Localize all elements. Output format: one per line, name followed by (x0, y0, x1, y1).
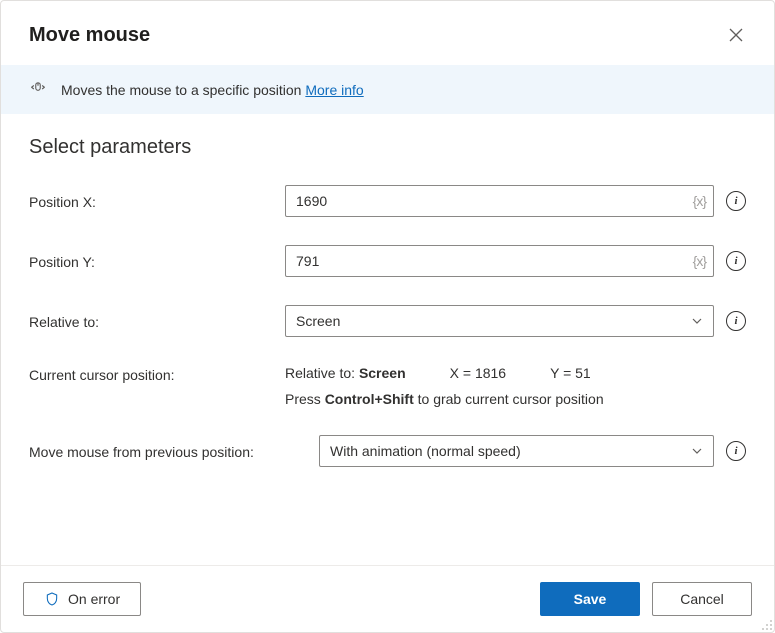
on-error-button[interactable]: On error (23, 582, 141, 616)
cursor-hint: Press Control+Shift to grab current curs… (285, 391, 746, 407)
relative-to-value: Screen (296, 313, 340, 329)
info-icon[interactable]: i (726, 251, 746, 271)
description-text: Moves the mouse to a specific position (61, 82, 301, 98)
save-button[interactable]: Save (540, 582, 640, 616)
close-button[interactable] (720, 19, 752, 51)
chevron-down-icon (691, 315, 703, 327)
move-mode-label: Move mouse from previous position: (29, 442, 319, 460)
position-y-input[interactable] (285, 245, 714, 277)
section-title: Select parameters (29, 136, 746, 159)
close-icon (729, 28, 743, 42)
more-info-link[interactable]: More info (305, 82, 363, 98)
chevron-down-icon (691, 445, 703, 457)
variable-picker-icon[interactable]: {x} (693, 253, 706, 269)
cursor-relative-label: Relative to: (285, 365, 355, 381)
move-mode-value: With animation (normal speed) (330, 443, 521, 459)
info-icon[interactable]: i (726, 191, 746, 211)
cursor-position-label: Current cursor position: (29, 365, 285, 383)
position-x-input[interactable] (285, 185, 714, 217)
relative-to-select[interactable]: Screen (285, 305, 714, 337)
description-bar: Moves the mouse to a specific position M… (1, 65, 774, 114)
cursor-x-value: 1816 (475, 365, 506, 381)
cancel-button[interactable]: Cancel (652, 582, 752, 616)
dialog-title: Move mouse (29, 24, 150, 47)
cursor-y-value: 51 (575, 365, 591, 381)
move-mode-select[interactable]: With animation (normal speed) (319, 435, 714, 467)
variable-picker-icon[interactable]: {x} (693, 193, 706, 209)
info-icon[interactable]: i (726, 311, 746, 331)
relative-to-label: Relative to: (29, 312, 285, 330)
cursor-y-label: Y = (550, 365, 571, 381)
cursor-relative-value: Screen (359, 365, 406, 381)
mouse-move-icon (29, 79, 47, 100)
shield-icon (44, 591, 60, 607)
position-y-label: Position Y: (29, 252, 285, 270)
position-x-label: Position X: (29, 192, 285, 210)
cursor-x-label: X = (450, 365, 471, 381)
info-icon[interactable]: i (726, 441, 746, 461)
